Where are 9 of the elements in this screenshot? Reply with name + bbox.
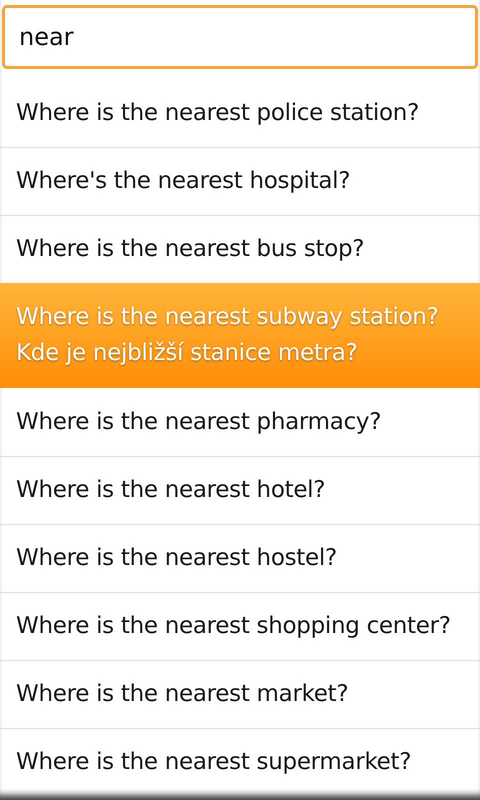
search-field[interactable]: near <box>2 5 478 69</box>
phrase-list-item[interactable]: Where is the nearest pharmacy? <box>0 388 480 456</box>
phrase-list-item[interactable]: Where is the nearest supermarket? <box>0 728 480 796</box>
phrase-list-item[interactable]: Where's the nearest hospital? <box>0 147 480 215</box>
phrase-list-item[interactable]: Where is the nearest police station? <box>0 79 480 147</box>
phrase-list-item[interactable]: Where is the nearest hotel? <box>0 456 480 524</box>
phrase-list-item[interactable]: Where is the nearest shopping center? <box>0 592 480 660</box>
phrase-list-item[interactable]: Where is the nearest market? <box>0 660 480 728</box>
phrase-list-item[interactable]: Where is the nearest hostel? <box>0 524 480 592</box>
